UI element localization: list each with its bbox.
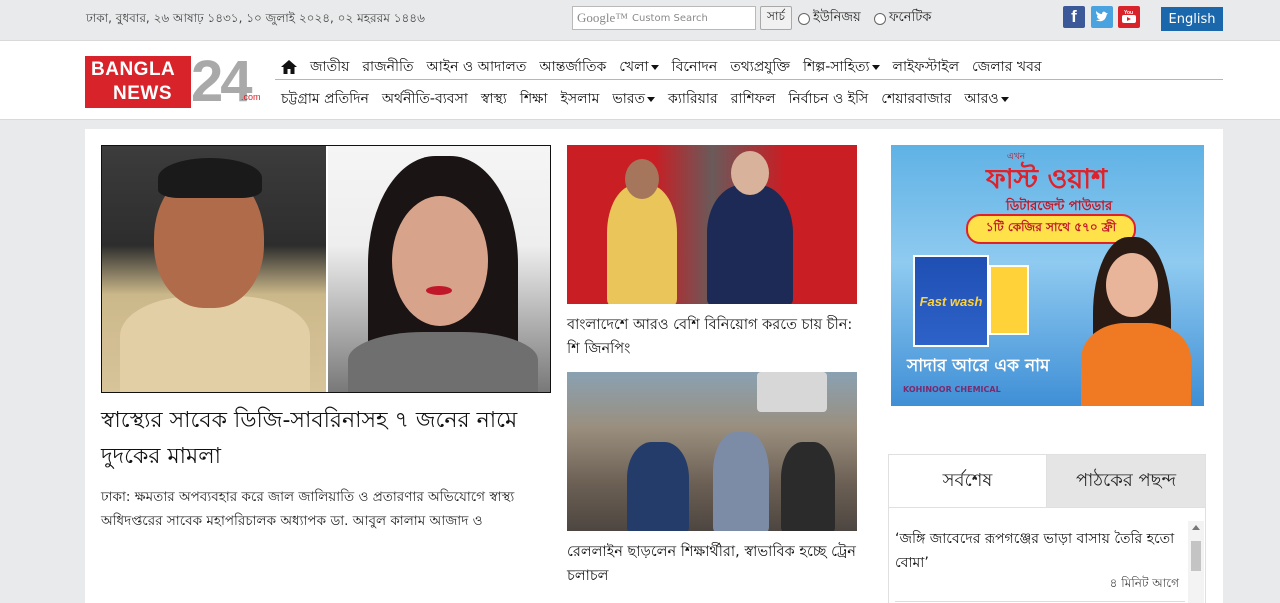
nav-item-sports-label: খেলা <box>619 59 649 75</box>
logo-line2: NEWS <box>113 83 172 104</box>
nav-item-politics[interactable]: রাজনীতি <box>362 55 413 79</box>
nav-item-horoscope[interactable]: রাশিফল <box>731 87 776 111</box>
story-title-2[interactable]: রেললাইন ছাড়লেন শিক্ষার্থীরা, স্বাভাবিক … <box>567 540 857 588</box>
lead-story-title[interactable]: স্বাস্থ্যের সাবেক ডিজি-সাবরিনাসহ ৭ জনের … <box>101 403 551 475</box>
nav-item-chattogram[interactable]: চট্টগ্রাম প্রতিদিন <box>281 87 369 111</box>
logo-domain: .com <box>241 92 261 102</box>
svg-text:You: You <box>1124 10 1133 16</box>
nav-item-international[interactable]: আন্তর্জাতিক <box>539 55 606 79</box>
nav-item-district[interactable]: জেলার খবর <box>972 55 1042 79</box>
nav-item-arts-label: শিল্প-সাহিত্য <box>802 59 870 75</box>
logo-number: 24 <box>191 49 252 114</box>
ad-product-pack: Fast wash <box>913 255 989 347</box>
chevron-down-icon <box>1000 96 1009 102</box>
radio-unijoy-icon[interactable] <box>798 12 810 25</box>
facebook-icon[interactable]: f <box>1063 6 1085 28</box>
nav-item-technology[interactable]: তথ্যপ্রযুক্তি <box>730 55 790 79</box>
photo-figure <box>781 442 835 531</box>
photo-figure <box>1106 253 1158 317</box>
story-title-1[interactable]: বাংলাদেশে আরও বেশি বিনিয়োগ করতে চায় চী… <box>567 313 857 361</box>
chevron-down-icon <box>650 64 659 70</box>
latest-item-title[interactable]: ‘জঙ্গি জাবেদের রূপগঞ্জের ভাড়া বাসায় তৈ… <box>895 527 1185 575</box>
nav-item-lifestyle[interactable]: লাইফস্টাইল <box>893 55 960 79</box>
latest-item-divider <box>895 601 1185 602</box>
photo-figure <box>426 286 452 295</box>
google-logo: Google™ <box>577 10 629 25</box>
photo-figure <box>707 185 793 304</box>
site-logo[interactable]: BANGLA NEWS 24 .com <box>85 49 261 114</box>
radio-phonetic[interactable]: ফনেটিক <box>874 8 931 29</box>
nav-item-islam[interactable]: ইসলাম <box>561 87 600 111</box>
scroll-up-icon[interactable] <box>1192 525 1200 530</box>
nav-item-more-label: আরও <box>964 91 999 107</box>
latest-scrollbar[interactable] <box>1188 521 1204 603</box>
chevron-down-icon <box>647 96 656 102</box>
photo-figure <box>625 159 659 199</box>
search-placeholder: Custom Search <box>632 12 708 24</box>
nav-item-sports[interactable]: খেলা <box>619 55 659 79</box>
ad-slogan: সাদার আরে এক নাম <box>907 356 1050 376</box>
main-nav-row2: চট্টগ্রাম প্রতিদিন অর্থনীতি-ব্যবসা স্বাস… <box>281 87 1022 111</box>
photo-figure <box>392 196 488 326</box>
logo-line1: BANGLA <box>91 59 176 80</box>
top-bar: ঢাকা, বুধবার, ২৬ আষাঢ় ১৪৩১, ১০ জুলাই ২০… <box>0 0 1280 40</box>
ad-brand: KOHINOOR CHEMICAL <box>903 385 1001 394</box>
advertisement-banner[interactable]: এখন ফাস্ট ওয়াশ ডিটারজেন্ট পাউডার ১টি কে… <box>891 145 1204 406</box>
tab-latest[interactable]: সর্বশেষ <box>889 455 1047 507</box>
lead-story-summary: ঢাকা: ক্ষমতার অপব্যবহার করে জাল জালিয়াত… <box>101 489 515 529</box>
nav-item-national[interactable]: জাতীয় <box>310 55 349 79</box>
lead-photo-left <box>102 146 326 392</box>
tab-popular[interactable]: পাঠকের পছন্দ <box>1047 455 1205 507</box>
twitter-icon[interactable] <box>1091 6 1113 28</box>
radio-unijoy[interactable]: ইউনিজয় <box>798 8 861 29</box>
main-nav-row1: জাতীয় রাজনীতি আইন ও আদালত আন্তর্জাতিক খ… <box>281 55 1055 79</box>
site-header: BANGLA NEWS 24 .com জাতীয় রাজনীতি আইন ও… <box>0 40 1280 120</box>
photo-figure <box>731 151 769 195</box>
youtube-icon[interactable]: You <box>1118 6 1140 28</box>
photo-figure <box>757 372 827 412</box>
english-button[interactable]: English <box>1161 7 1223 31</box>
nav-item-india[interactable]: ভারত <box>612 87 656 111</box>
photo-figure <box>158 158 262 198</box>
current-date: ঢাকা, বুধবার, ২৬ আষাঢ় ১৪৩১, ১০ জুলাই ২০… <box>86 11 425 25</box>
nav-item-stock[interactable]: শেয়ারবাজার <box>881 87 951 111</box>
lead-story-image[interactable] <box>101 145 551 393</box>
radio-phonetic-icon[interactable] <box>874 12 886 25</box>
scroll-thumb[interactable] <box>1191 541 1201 571</box>
nav-item-health[interactable]: স্বাস্থ্য <box>481 87 507 111</box>
nav-item-economy[interactable]: অর্থনীতি-ব্যবসা <box>382 87 468 111</box>
photo-figure <box>348 332 538 392</box>
nav-item-education[interactable]: শিক্ষা <box>520 87 548 111</box>
photo-figure <box>713 432 769 531</box>
nav-item-career[interactable]: ক্যারিয়ার <box>668 87 718 111</box>
photo-figure <box>120 296 310 392</box>
nav-divider <box>275 79 1223 80</box>
search-input[interactable]: Google™ Custom Search <box>572 6 756 30</box>
search-button[interactable]: সার্চ <box>760 6 792 30</box>
nav-item-india-label: ভারত <box>612 91 646 107</box>
ad-soap-pack <box>989 265 1029 335</box>
tab-divider <box>889 507 1205 508</box>
story-image-2[interactable] <box>567 372 857 531</box>
main-content: স্বাস্থ্যের সাবেক ডিজি-সাবরিনাসহ ৭ জনের … <box>85 129 1223 603</box>
photo-figure <box>627 442 689 531</box>
story-image-1[interactable] <box>567 145 857 304</box>
radio-phonetic-label: ফনেটিক <box>889 10 932 25</box>
ad-offer: ১টি কেজির সাথে ৫৭০ ফ্রী <box>966 214 1136 244</box>
nav-item-more[interactable]: আরও <box>964 87 1009 111</box>
home-icon[interactable] <box>281 60 297 74</box>
news-tabs: সর্বশেষ পাঠকের পছন্দ ‘জঙ্গি জাবেদের রূপগ… <box>888 454 1206 603</box>
lead-photo-right <box>328 146 550 392</box>
nav-item-election[interactable]: নির্বাচন ও ইসি <box>788 87 868 111</box>
photo-figure <box>607 185 677 304</box>
latest-item-time: ৪ মিনিট আগে <box>1109 576 1179 590</box>
nav-item-arts[interactable]: শিল্প-সাহিত্য <box>803 55 880 79</box>
nav-item-entertainment[interactable]: বিনোদন <box>672 55 718 79</box>
photo-figure <box>1081 323 1191 406</box>
radio-unijoy-label: ইউনিজয় <box>813 10 861 25</box>
chevron-down-icon <box>871 64 880 70</box>
nav-item-law[interactable]: আইন ও আদালত <box>427 55 527 79</box>
